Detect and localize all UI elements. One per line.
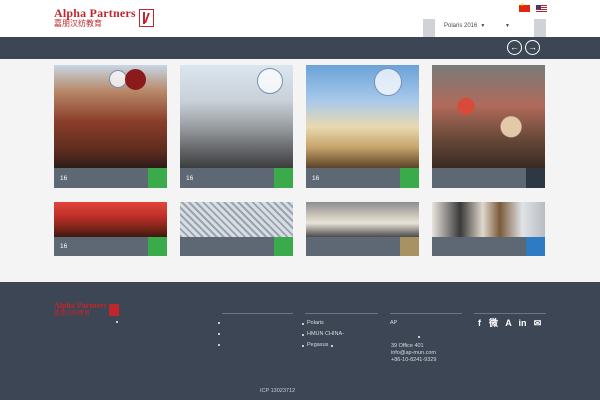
program-dropdown-label: Polaris 2016 <box>444 23 478 29</box>
birds-nest-photo <box>180 202 293 237</box>
prev-button[interactable]: ← <box>507 40 522 55</box>
gallery-card[interactable]: 16 <box>306 65 419 188</box>
un-seal-icon <box>374 68 402 96</box>
card-accent <box>526 168 545 188</box>
footer-bullet <box>302 334 304 336</box>
card-label: 16 <box>60 243 68 250</box>
flag-cn-icon[interactable] <box>519 2 530 12</box>
footer-bullet <box>302 345 304 347</box>
footer-link-polaris[interactable]: Polaris <box>307 320 324 327</box>
gallery-card[interactable] <box>180 202 293 256</box>
footer-logo-text: Alpha Partners <box>54 301 107 310</box>
tab-right[interactable] <box>534 19 546 37</box>
program-dropdown[interactable]: Polaris 2016 ▼ <box>444 23 485 29</box>
classroom-photo <box>306 202 419 237</box>
logo-cn-text: 嘉朋汉纺教育 <box>54 19 102 28</box>
footer-dot <box>418 336 420 338</box>
footer-dot <box>116 321 118 323</box>
footer-link-pegasus[interactable]: Pegasus <box>307 342 328 349</box>
tab-left[interactable] <box>423 19 435 37</box>
footer-logo-cn-text: 嘉朋汉纺教育 <box>54 310 91 317</box>
footer-logo[interactable]: Alpha Partners 嘉朋汉纺教育 <box>54 302 119 317</box>
card-label: 16 <box>186 175 194 182</box>
footer <box>0 282 600 400</box>
footer-email[interactable]: info@ap-mun.com <box>391 350 436 357</box>
next-button[interactable]: → <box>525 40 540 55</box>
flag-us-icon[interactable] <box>536 5 547 12</box>
footer-address-line: 39 Office 401 <box>391 343 424 349</box>
caret-down-icon: ▼ <box>505 23 510 29</box>
card-accent <box>274 168 293 188</box>
footer-link-hmun[interactable]: HMUN CHINA- <box>307 331 344 338</box>
card-accent <box>148 168 167 188</box>
footer-bullet <box>218 344 220 346</box>
caret-down-icon: ▼ <box>480 23 486 29</box>
secondary-dropdown[interactable]: ▼ <box>505 23 510 29</box>
card-label: 16 <box>312 175 320 182</box>
logo-text: Alpha Partners <box>54 6 136 20</box>
weibo-icon[interactable]: 微 <box>488 318 499 329</box>
gallery-card[interactable]: 16 <box>54 202 167 256</box>
arrow-left-circle-icon: ← <box>510 42 519 52</box>
footer-divider <box>390 313 462 314</box>
linkedin-icon[interactable]: in <box>517 318 528 329</box>
logo[interactable]: Alpha Partners 嘉朋汉纺教育 <box>54 6 154 28</box>
wechat-icon[interactable]: ✉ <box>532 318 543 329</box>
students-photo <box>432 202 545 237</box>
footer-divider <box>222 313 293 314</box>
icp-license: ICP 13023712 <box>260 388 296 394</box>
facebook-icon[interactable]: f <box>474 318 485 329</box>
arrow-right-circle-icon: → <box>528 42 537 52</box>
gallery-card[interactable]: 16 <box>180 65 293 188</box>
gallery-card[interactable] <box>432 65 545 188</box>
footer-divider <box>305 313 378 314</box>
capitol-photo <box>306 65 419 168</box>
un-seal-icon <box>257 68 283 94</box>
card-accent <box>400 168 419 188</box>
footer-address-label: AP <box>390 320 398 326</box>
card-accent <box>526 237 545 256</box>
footer-phone: +86-10-8241-9329 <box>391 357 437 363</box>
card-accent <box>274 237 293 256</box>
card-label: 16 <box>60 175 68 182</box>
footer-bullet <box>218 322 220 324</box>
card-accent <box>400 237 419 256</box>
footer-dot <box>331 345 333 347</box>
footer-bullet <box>302 323 304 325</box>
footer-bullet <box>218 333 220 335</box>
conference-hall-photo <box>54 202 167 237</box>
gallery-card[interactable] <box>306 202 419 256</box>
gallery-card[interactable] <box>432 202 545 256</box>
gallery-card[interactable]: 16 <box>54 65 167 188</box>
footer-logo-mark-icon <box>108 303 119 316</box>
group-photo <box>432 65 545 168</box>
renren-icon[interactable]: A <box>503 318 514 329</box>
harvard-seal-icon <box>125 69 146 90</box>
footer-divider <box>474 313 546 314</box>
card-accent <box>148 237 167 256</box>
logo-mark-icon <box>138 9 154 27</box>
